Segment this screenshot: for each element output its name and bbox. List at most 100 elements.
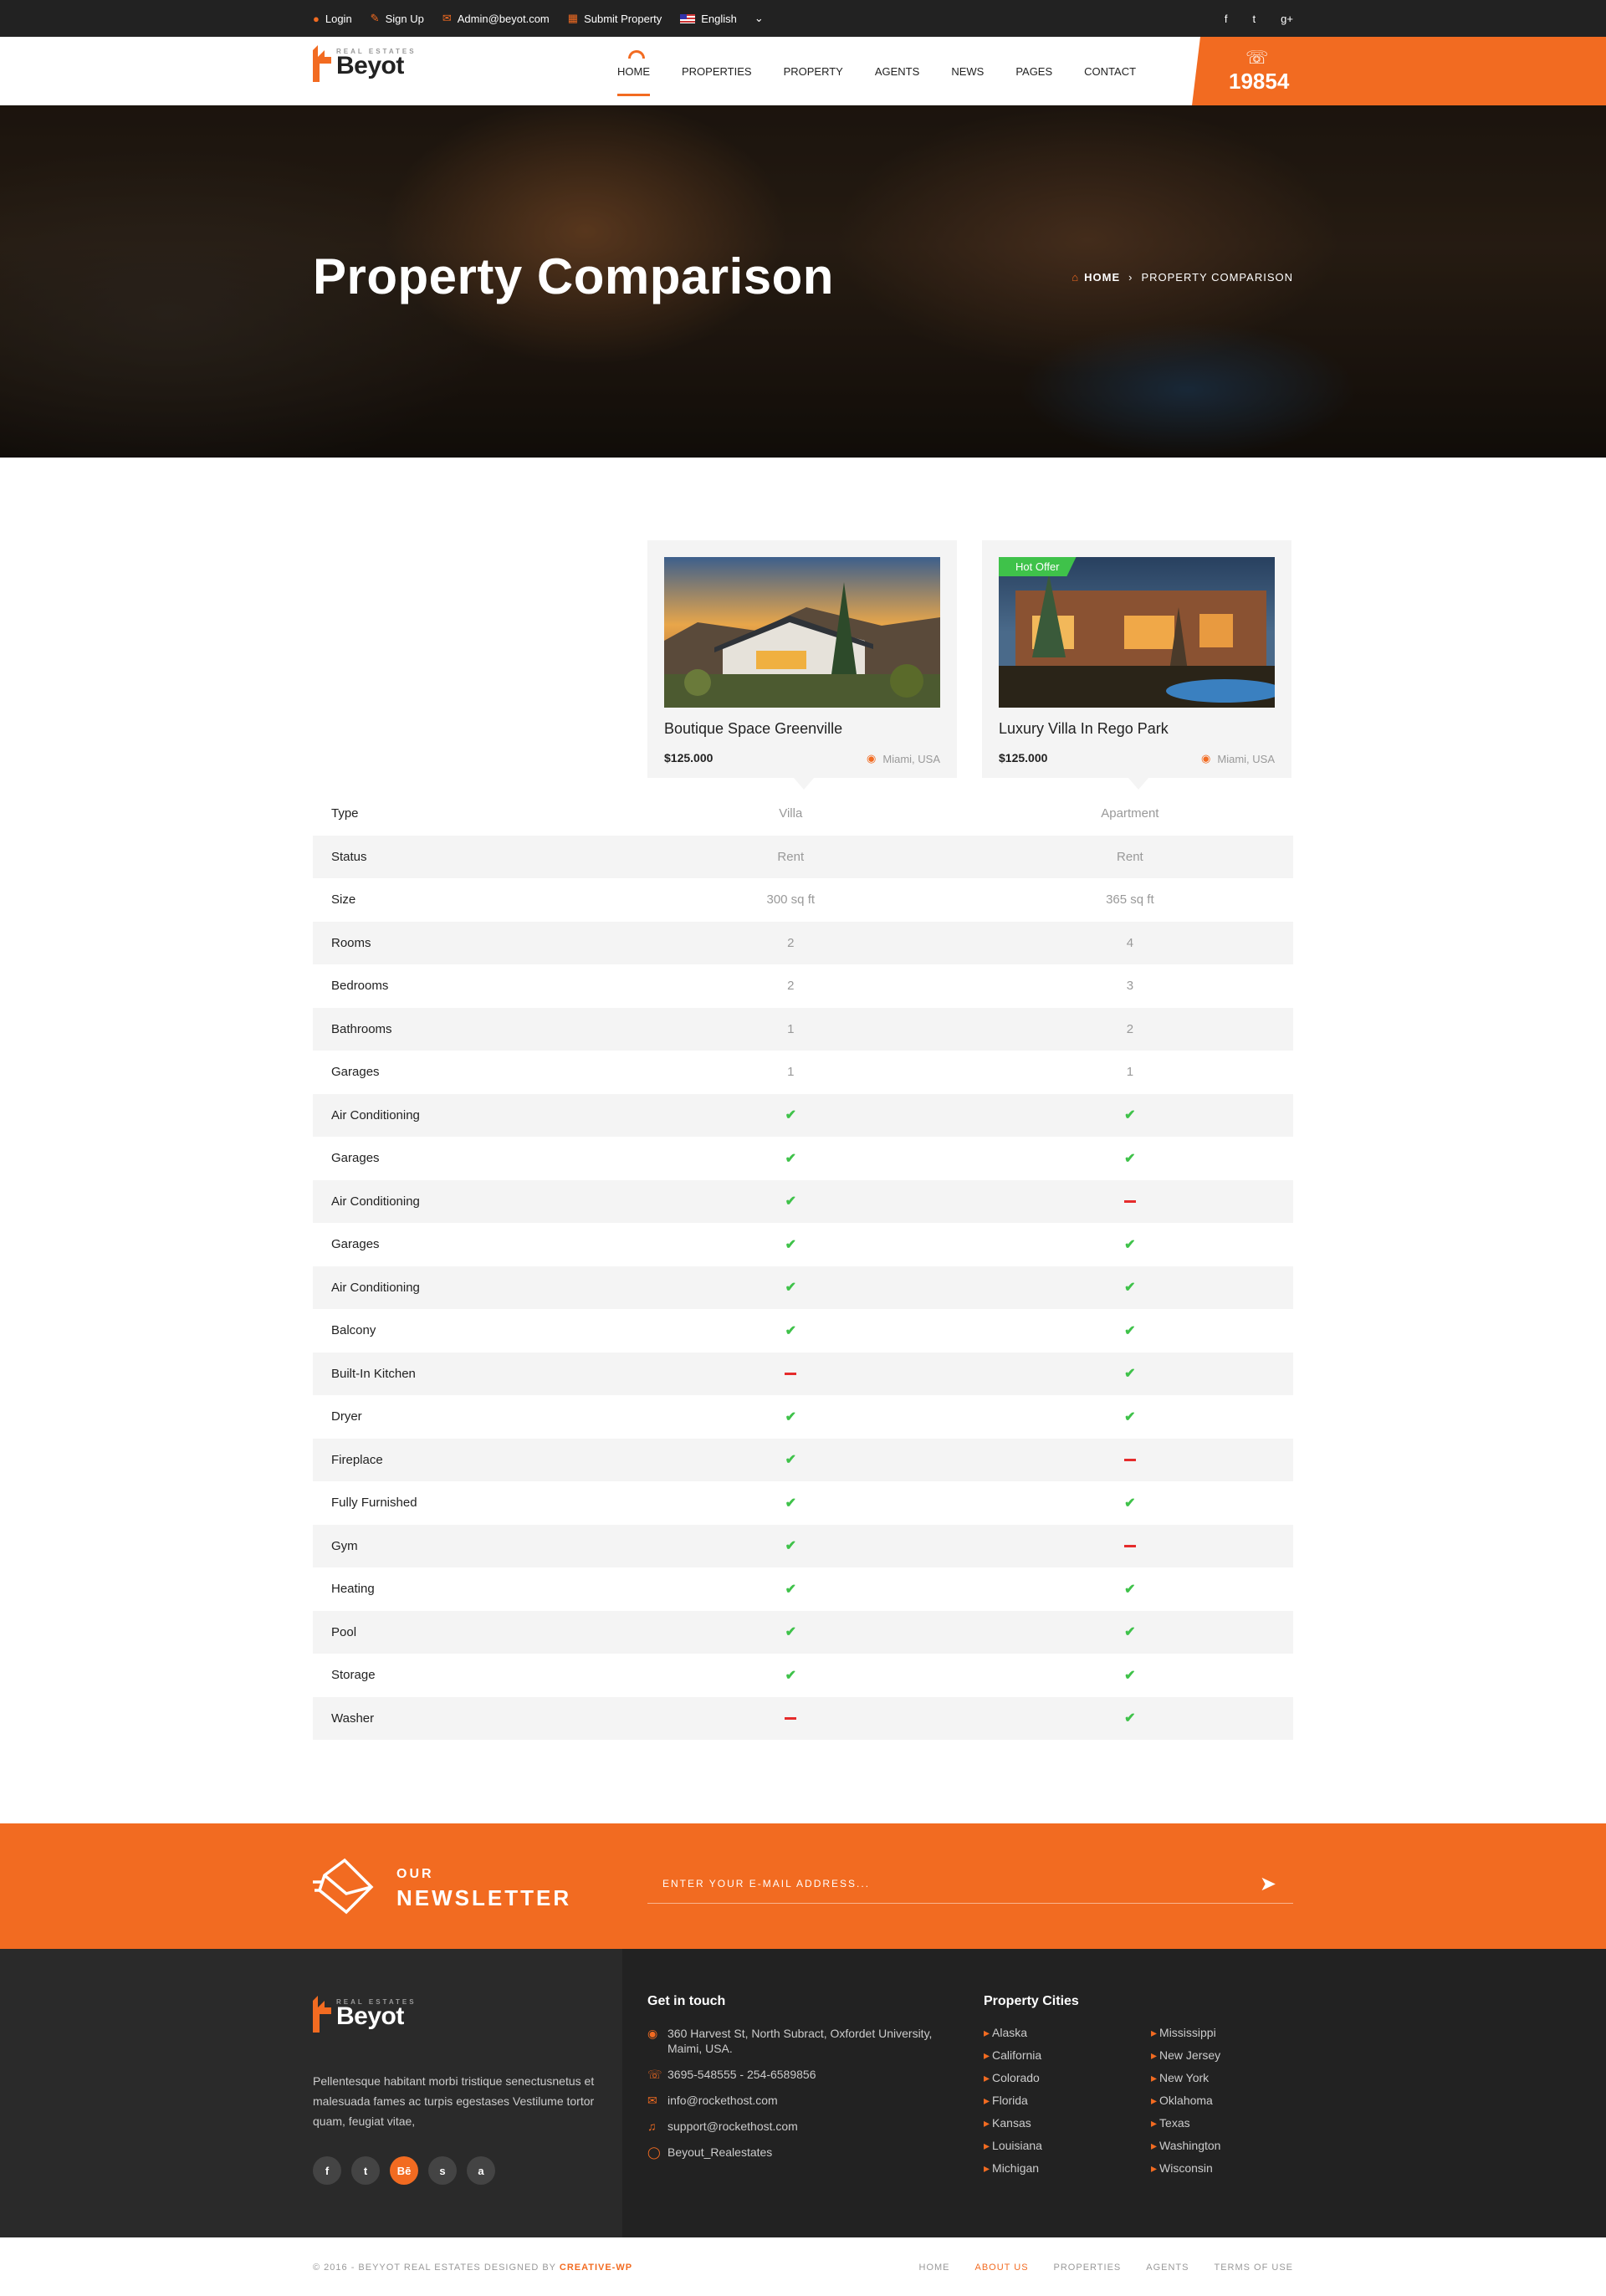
- language-select[interactable]: English ⌄: [680, 12, 764, 25]
- breadcrumb: ⌂ HOME › PROPERTY COMPARISON: [1072, 271, 1293, 284]
- city-link[interactable]: Mississippi: [1151, 2026, 1318, 2040]
- contact-support[interactable]: ♫ support@rockethost.com: [647, 2119, 944, 2134]
- property-cards: Boutique Space Greenville $125.000 ◉ Miam…: [647, 540, 1291, 790]
- nav-pages[interactable]: PAGES: [1015, 65, 1052, 78]
- city-link[interactable]: Alaska: [984, 2026, 1151, 2040]
- phone-box[interactable]: ☏ 19854: [1192, 37, 1606, 105]
- city-link[interactable]: Florida: [984, 2094, 1151, 2108]
- logo[interactable]: REAL ESTATES Beyot: [313, 45, 417, 82]
- check-icon: ✔: [785, 1108, 796, 1123]
- city-link[interactable]: Texas: [1151, 2116, 1318, 2130]
- check-icon: ✔: [1124, 1108, 1136, 1123]
- comparison-row: Built-In Kitchen ✔: [313, 1352, 1293, 1395]
- phone-icon: ☏: [1245, 47, 1269, 68]
- comparison-label: Air Conditioning: [331, 1107, 420, 1122]
- apple-icon[interactable]: a: [467, 2156, 495, 2185]
- property-image[interactable]: [664, 557, 940, 708]
- comparison-value: 2: [787, 935, 795, 950]
- copyright: © 2016 - BEYYOT REAL ESTATES DESIGNED BY…: [313, 2263, 633, 2273]
- property-image[interactable]: Hot Offer: [999, 557, 1275, 708]
- check-icon: ✔: [640, 1279, 942, 1296]
- city-link[interactable]: California: [984, 2048, 1151, 2063]
- comparison-label: Pool: [331, 1624, 357, 1639]
- designer-link[interactable]: CREATIVE-WP: [560, 2263, 632, 2273]
- comparison-row: Washer ✔: [313, 1696, 1293, 1740]
- check-icon: ✔: [785, 1323, 796, 1338]
- comparison-row: Status Rent Rent: [313, 835, 1293, 878]
- main-nav: HOME PROPERTIES PROPERTY AGENTS NEWS PAG…: [617, 37, 1136, 105]
- us-flag-icon: [680, 13, 696, 23]
- comparison-value: Apartment: [1101, 806, 1159, 821]
- nav-home[interactable]: HOME: [617, 49, 650, 96]
- property-title[interactable]: Boutique Space Greenville: [664, 720, 842, 738]
- signup-link[interactable]: ✎ Sign Up: [371, 12, 424, 25]
- nav-news[interactable]: NEWS: [951, 65, 984, 78]
- nav-property[interactable]: PROPERTY: [784, 65, 843, 78]
- check-icon: ✔: [640, 1322, 942, 1339]
- check-icon: ✔: [942, 1495, 1293, 1511]
- dash-icon: [1123, 1459, 1136, 1462]
- check-icon: ✔: [1124, 1625, 1136, 1640]
- check-icon: ✔: [942, 1107, 1293, 1123]
- check-icon: ✔: [1124, 1151, 1136, 1166]
- comparison-value: 4: [1126, 935, 1134, 950]
- comparison-label: Dryer: [331, 1409, 362, 1424]
- check-icon: ✔: [942, 1624, 1293, 1640]
- contact-email[interactable]: ✉ info@rockethost.com: [647, 2093, 944, 2108]
- city-link[interactable]: Wisconsin: [1151, 2161, 1318, 2176]
- mail-icon: ✉: [647, 2094, 657, 2107]
- comparison-label: Garages: [331, 1065, 380, 1080]
- comparison-label: Heating: [331, 1582, 375, 1597]
- city-link[interactable]: Michigan: [984, 2161, 1151, 2176]
- google-plus-icon[interactable]: g+: [1281, 13, 1293, 25]
- footer-logo[interactable]: REAL ESTATES Beyot: [313, 1996, 417, 2033]
- dash-icon: [640, 1711, 942, 1726]
- skype-icon[interactable]: s: [428, 2156, 457, 2185]
- footer-link[interactable]: ABOUT US: [975, 2263, 1029, 2273]
- city-link[interactable]: New York: [1151, 2071, 1318, 2085]
- property-price: $125.000: [999, 751, 1048, 764]
- newsletter-email-input[interactable]: [647, 1867, 1233, 1900]
- city-link[interactable]: Oklahoma: [1151, 2094, 1318, 2108]
- comparison-row: Pool ✔ ✔: [313, 1610, 1293, 1654]
- breadcrumb-home[interactable]: ⌂ HOME: [1072, 271, 1120, 284]
- logo-mark-icon: [313, 1996, 335, 2033]
- comparison-value: 1: [787, 1021, 795, 1036]
- check-icon: ✔: [640, 1409, 942, 1425]
- comparison-row: Balcony ✔ ✔: [313, 1309, 1293, 1353]
- property-title[interactable]: Luxury Villa In Rego Park: [999, 720, 1169, 738]
- city-link[interactable]: Kansas: [984, 2116, 1151, 2130]
- email-link[interactable]: ✉ Admin@beyot.com: [442, 12, 550, 25]
- city-link[interactable]: Louisiana: [984, 2139, 1151, 2153]
- city-link[interactable]: Colorado: [984, 2071, 1151, 2085]
- contact-skype[interactable]: ◯ Beyout_Realestates: [647, 2145, 944, 2160]
- footer-link[interactable]: PROPERTIES: [1054, 2263, 1122, 2273]
- login-link[interactable]: ● Login: [313, 13, 352, 25]
- facebook-icon[interactable]: f: [313, 2156, 341, 2185]
- submit-property-link[interactable]: ▦ Submit Property: [568, 12, 662, 25]
- paper-plane-icon[interactable]: ➤: [1260, 1872, 1276, 1896]
- city-link[interactable]: Washington: [1151, 2139, 1318, 2153]
- check-icon: ✔: [785, 1668, 796, 1683]
- nav-contact[interactable]: CONTACT: [1084, 65, 1136, 78]
- nav-agents[interactable]: AGENTS: [875, 65, 919, 78]
- comparison-value: 2: [1126, 1021, 1134, 1036]
- property-card[interactable]: Hot Offer Luxury Villa In Rego Park $125…: [982, 540, 1291, 790]
- city-link[interactable]: New Jersey: [1151, 2048, 1318, 2063]
- nav-properties[interactable]: PROPERTIES: [682, 65, 752, 78]
- property-card[interactable]: Boutique Space Greenville $125.000 ◉ Miam…: [647, 540, 957, 790]
- behance-icon[interactable]: Bē: [390, 2156, 418, 2185]
- footer-link[interactable]: AGENTS: [1146, 2263, 1189, 2273]
- check-icon: ✔: [640, 1150, 942, 1167]
- cities-list-b: Mississippi New Jersey New York Oklahoma Tex…: [1151, 2026, 1318, 2184]
- twitter-icon[interactable]: t: [351, 2156, 380, 2185]
- comparison-label: Bedrooms: [331, 979, 389, 994]
- envelope-icon: [313, 1857, 375, 1920]
- building-icon: ▦: [567, 12, 579, 24]
- check-icon: ✔: [785, 1151, 796, 1166]
- facebook-icon[interactable]: f: [1225, 13, 1228, 25]
- footer-link[interactable]: HOME: [919, 2263, 950, 2273]
- twitter-icon[interactable]: t: [1253, 13, 1256, 25]
- contact-phone: ☏ 3695-548555 - 254-6589856: [647, 2068, 816, 2081]
- footer-link[interactable]: TERMS OF USE: [1214, 2263, 1293, 2273]
